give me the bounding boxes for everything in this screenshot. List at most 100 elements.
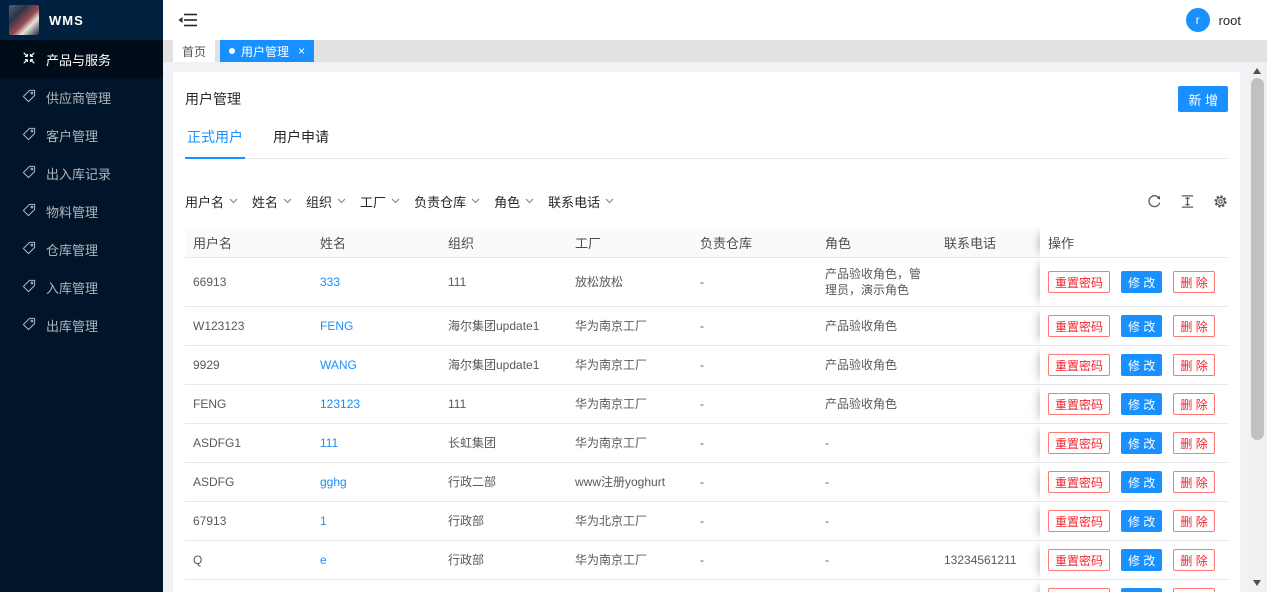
user-menu[interactable]: r root (1186, 8, 1241, 32)
cell-name-link[interactable]: e (312, 541, 440, 580)
cell-actions: 重置密码 修 改 删 除 (1040, 580, 1228, 592)
cell-factory: 华为南京工厂 (567, 307, 692, 346)
filter-role[interactable]: 角色 (494, 192, 534, 211)
chevron-down-icon (605, 198, 614, 204)
edit-button[interactable]: 修 改 (1121, 315, 1162, 337)
edit-button[interactable]: 修 改 (1121, 354, 1162, 376)
sidebar-item-inbound-management[interactable]: 入库管理 (0, 268, 163, 306)
cell-name-link[interactable]: gghg (312, 463, 440, 502)
gear-icon[interactable] (1212, 193, 1228, 209)
edit-button[interactable]: 修 改 (1121, 588, 1162, 592)
vertical-scrollbar[interactable] (1249, 62, 1266, 592)
delete-button[interactable]: 删 除 (1173, 549, 1214, 571)
sidebar-item-supplier-management[interactable]: 供应商管理 (0, 78, 163, 116)
reset-password-button[interactable]: 重置密码 (1048, 471, 1110, 493)
cell-actions: 重置密码 修 改 删 除 (1040, 307, 1228, 346)
sidebar-item-inout-records[interactable]: 出入库记录 (0, 154, 163, 192)
cell-name-link[interactable]: 111 (312, 424, 440, 463)
delete-button[interactable]: 删 除 (1173, 393, 1214, 415)
row-height-icon[interactable] (1179, 193, 1195, 209)
sidebar-item-warehouse-management[interactable]: 仓库管理 (0, 230, 163, 268)
table-row: FENG 123123 111 华为南京工厂 - 产品验收角色 重置密码 修 改… (185, 385, 1228, 424)
tag-icon (22, 89, 36, 106)
delete-button[interactable]: 删 除 (1173, 432, 1214, 454)
filter-label: 用户名 (185, 192, 224, 211)
sidebar-item-label: 产品与服务 (46, 50, 111, 69)
edit-button[interactable]: 修 改 (1121, 432, 1162, 454)
filter-warehouse[interactable]: 负责仓库 (414, 192, 480, 211)
reset-password-button[interactable]: 重置密码 (1048, 271, 1110, 293)
sidebar-item-products-services[interactable]: 产品与服务 (0, 40, 163, 78)
reset-password-button[interactable]: 重置密码 (1048, 549, 1110, 571)
delete-button[interactable]: 删 除 (1173, 271, 1214, 293)
reset-password-button[interactable]: 重置密码 (1048, 354, 1110, 376)
reset-password-button[interactable]: 重置密码 (1048, 432, 1110, 454)
cell-organization: 111 (440, 580, 567, 592)
app-logo[interactable]: WMS (0, 0, 163, 40)
column-header-organization: 组织 (440, 228, 567, 258)
cell-role: 产品验收角色 (817, 385, 936, 424)
column-header-phone: 联系电话 (936, 228, 1040, 258)
tab-formal-users[interactable]: 正式用户 (185, 117, 245, 158)
scrollbar-thumb[interactable] (1251, 78, 1264, 440)
cell-factory: 华为北京工厂 (567, 502, 692, 541)
table-row: 66913 333 111 放松放松 - 产品验收角色，管理员，演示角色 重置密… (185, 258, 1228, 307)
cell-factory: 放松放松 (567, 258, 692, 307)
sidebar-item-outbound-management[interactable]: 出库管理 (0, 306, 163, 344)
cell-name-link[interactable]: 1 (312, 502, 440, 541)
menu-fold-icon[interactable] (178, 10, 198, 30)
refresh-icon[interactable] (1146, 193, 1162, 209)
cell-organization: 海尔集团update1 (440, 307, 567, 346)
reset-password-button[interactable]: 重置密码 (1048, 393, 1110, 415)
sidebar-item-customer-management[interactable]: 客户管理 (0, 116, 163, 154)
cell-name-link[interactable]: FENG (312, 307, 440, 346)
filter-phone[interactable]: 联系电话 (548, 192, 614, 211)
chevron-down-icon (525, 198, 534, 204)
table-row: 9929 WANG 海尔集团update1 华为南京工厂 - 产品验收角色 重置… (185, 346, 1228, 385)
edit-button[interactable]: 修 改 (1121, 510, 1162, 532)
cell-organization: 海尔集团update1 (440, 346, 567, 385)
cell-name-link[interactable]: 333 (312, 258, 440, 307)
filter-username[interactable]: 用户名 (185, 192, 238, 211)
delete-button[interactable]: 删 除 (1173, 315, 1214, 337)
table-row: Q e 行政部 华为南京工厂 - - 13234561211 重置密码 修 改 … (185, 541, 1228, 580)
table-row: 67913 1 行政部 华为北京工厂 - - 重置密码 修 改 删 除 (185, 502, 1228, 541)
filter-factory[interactable]: 工厂 (360, 192, 400, 211)
cell-role: 产品验收角色，管理员，演示角色 (817, 258, 936, 307)
close-icon[interactable]: × (298, 45, 305, 57)
reset-password-button[interactable]: 重置密码 (1048, 588, 1110, 592)
nav-tab-home[interactable]: 首页 (173, 40, 215, 62)
cell-warehouse: - (692, 346, 817, 385)
user-name: root (1219, 13, 1241, 28)
edit-button[interactable]: 修 改 (1121, 549, 1162, 571)
delete-button[interactable]: 删 除 (1173, 354, 1214, 376)
scroll-up-arrow-icon[interactable] (1253, 68, 1261, 74)
delete-button[interactable]: 删 除 (1173, 510, 1214, 532)
tab-user-applications[interactable]: 用户申请 (271, 117, 331, 158)
filter-organization[interactable]: 组织 (306, 192, 346, 211)
nav-tab-user-management[interactable]: 用户管理 × (220, 40, 314, 62)
user-avatar[interactable]: r (1186, 8, 1210, 32)
filter-name[interactable]: 姓名 (252, 192, 292, 211)
reset-password-button[interactable]: 重置密码 (1048, 315, 1110, 337)
tag-icon (22, 165, 36, 182)
table-body: 66913 333 111 放松放松 - 产品验收角色，管理员，演示角色 重置密… (185, 258, 1228, 592)
sidebar-item-material-management[interactable]: 物料管理 (0, 192, 163, 230)
cell-warehouse: - (692, 385, 817, 424)
scroll-down-arrow-icon[interactable] (1253, 580, 1261, 586)
delete-button[interactable]: 删 除 (1173, 588, 1214, 592)
edit-button[interactable]: 修 改 (1121, 471, 1162, 493)
delete-button[interactable]: 删 除 (1173, 471, 1214, 493)
add-user-button[interactable]: 新 增 (1178, 86, 1228, 112)
cell-name-link[interactable]: WANG (312, 346, 440, 385)
reset-password-button[interactable]: 重置密码 (1048, 510, 1110, 532)
cell-warehouse: - (692, 580, 817, 592)
edit-button[interactable]: 修 改 (1121, 393, 1162, 415)
cell-actions: 重置密码 修 改 删 除 (1040, 463, 1228, 502)
edit-button[interactable]: 修 改 (1121, 271, 1162, 293)
cell-name-link[interactable]: 123123 (312, 385, 440, 424)
cell-name-link[interactable]: 111 (312, 580, 440, 592)
cell-username: 66913 (185, 258, 312, 307)
cell-phone (936, 580, 1040, 592)
cell-organization: 行政部 (440, 502, 567, 541)
